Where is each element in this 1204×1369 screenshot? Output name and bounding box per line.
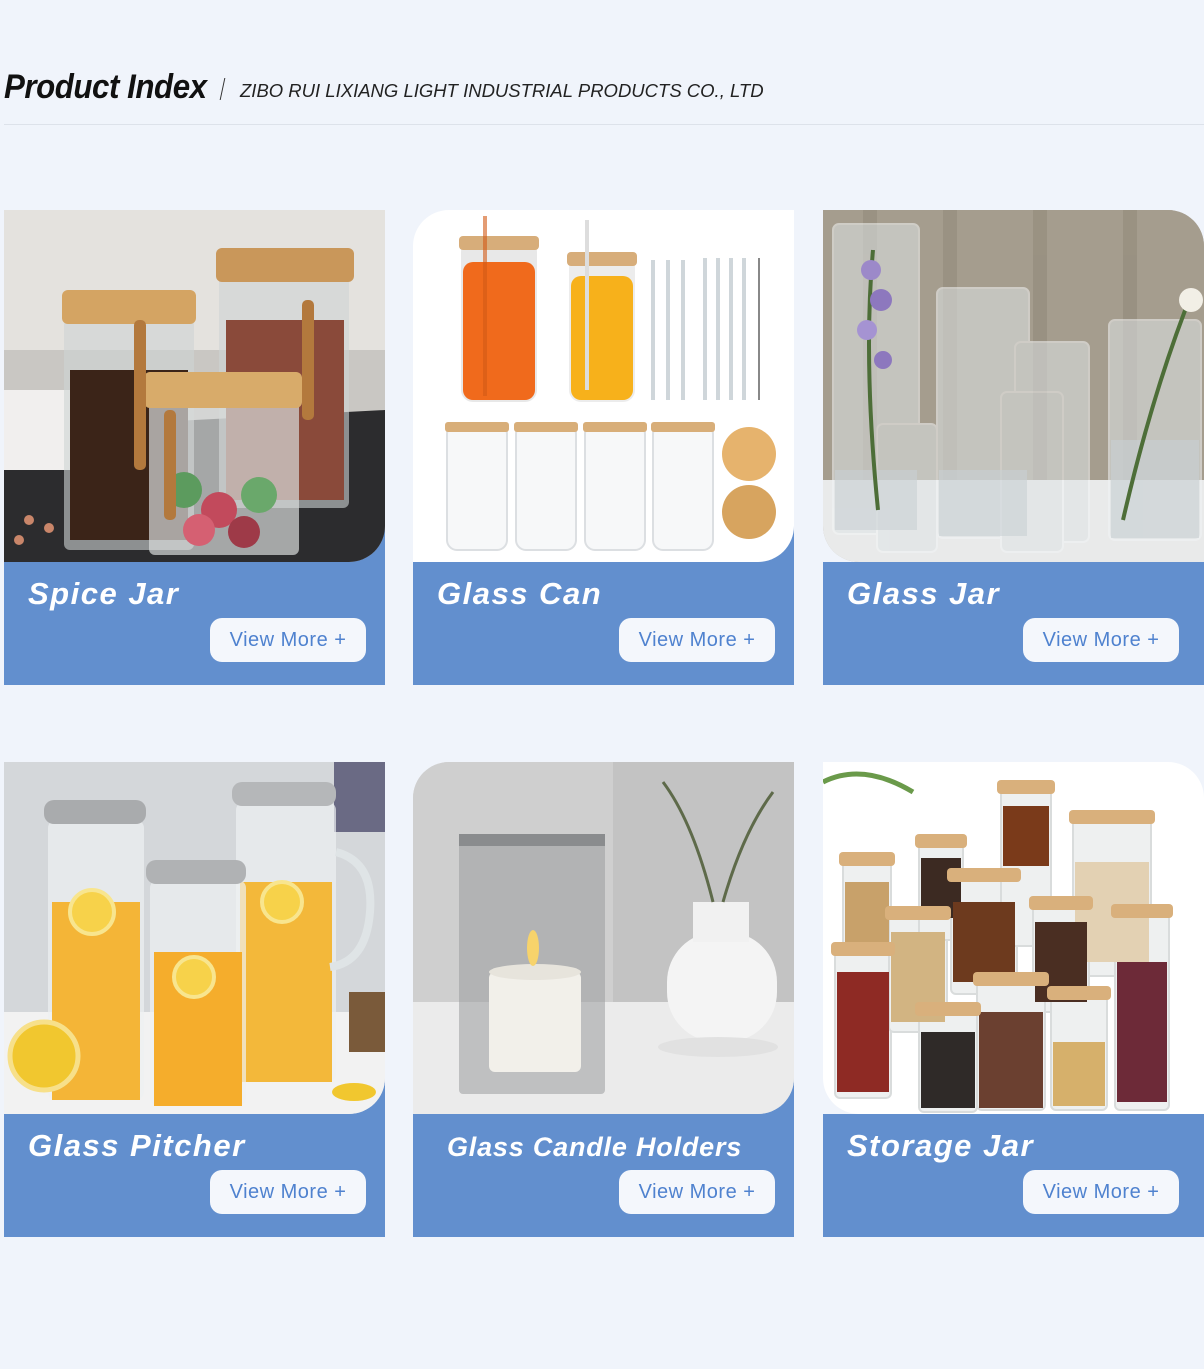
view-more-button[interactable]: View More + (619, 1170, 775, 1214)
card-title[interactable]: Glass Jar (847, 576, 1000, 612)
plus-icon: + (743, 628, 756, 651)
view-more-button[interactable]: View More + (619, 618, 775, 662)
page-title: Product Index (4, 68, 207, 106)
view-more-label: View More (229, 628, 329, 651)
product-image-glass-jar (823, 210, 1204, 562)
product-card-glass-jar[interactable]: Glass Jar View More + (823, 210, 1204, 685)
product-image-glass-candle-holders (413, 762, 794, 1114)
card-title[interactable]: Glass Can (437, 576, 602, 612)
plus-icon: + (1147, 628, 1160, 651)
product-image-spice-jar (4, 210, 385, 562)
title-divider (219, 78, 226, 100)
product-image-storage-jar (823, 762, 1204, 1114)
plus-icon: + (1147, 1180, 1160, 1203)
view-more-label: View More (638, 628, 738, 651)
view-more-label: View More (1042, 1180, 1142, 1203)
product-card-storage-jar[interactable]: Storage Jar View More + (823, 762, 1204, 1237)
plus-icon: + (334, 1180, 347, 1203)
view-more-button[interactable]: View More + (1023, 1170, 1179, 1214)
view-more-label: View More (229, 1180, 329, 1203)
card-title[interactable]: Glass Pitcher (28, 1128, 246, 1164)
view-more-button[interactable]: View More + (210, 618, 366, 662)
product-card-glass-pitcher[interactable]: Glass Pitcher View More + (4, 762, 385, 1237)
view-more-button[interactable]: View More + (210, 1170, 366, 1214)
product-card-spice-jar[interactable]: Spice Jar View More + (4, 210, 385, 685)
product-card-glass-candle-holders[interactable]: Glass Candle Holders View More + (413, 762, 794, 1237)
company-name: ZIBO RUI LIXIANG LIGHT INDUSTRIAL PRODUC… (240, 80, 764, 101)
view-more-label: View More (638, 1180, 738, 1203)
product-card-glass-can[interactable]: Glass Can View More + (413, 210, 794, 685)
product-image-glass-pitcher (4, 762, 385, 1114)
product-image-glass-can (413, 210, 794, 562)
card-title[interactable]: Storage Jar (847, 1128, 1034, 1164)
plus-icon: + (334, 628, 347, 651)
card-title[interactable]: Glass Candle Holders (447, 1132, 742, 1163)
view-more-button[interactable]: View More + (1023, 618, 1179, 662)
view-more-label: View More (1042, 628, 1142, 651)
card-title[interactable]: Spice Jar (28, 576, 179, 612)
plus-icon: + (743, 1180, 756, 1203)
page-header: Product Index ZIBO RUI LIXIANG LIGHT IND… (4, 68, 1204, 125)
